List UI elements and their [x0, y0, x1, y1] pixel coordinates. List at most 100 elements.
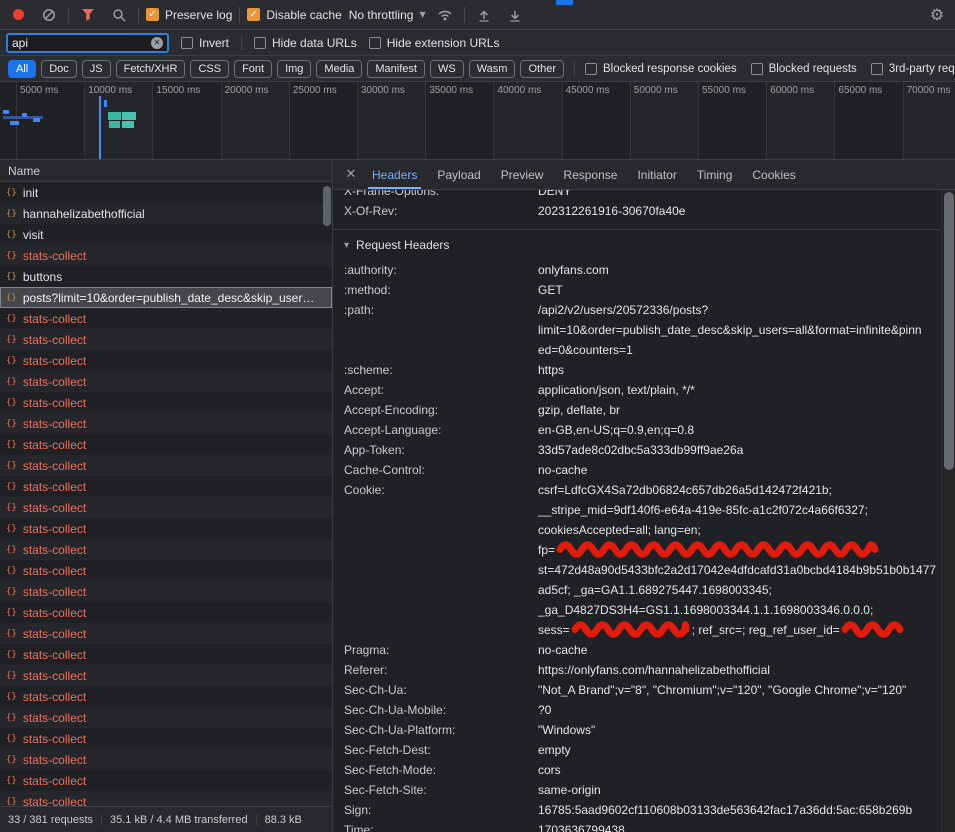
scrollbar-thumb[interactable]: [944, 192, 954, 470]
hide-extension-urls-checkbox[interactable]: Hide extension URLs: [369, 36, 500, 50]
filter-funnel-icon: [81, 8, 95, 21]
hide-data-urls-checkbox[interactable]: Hide data URLs: [254, 36, 357, 50]
request-row[interactable]: {}stats-collect: [0, 728, 332, 749]
settings-button[interactable]: ⚙: [925, 3, 949, 27]
header-value-text: cookiesAccepted=all; lang=en;: [538, 523, 701, 537]
invert-checkbox[interactable]: Invert: [181, 36, 229, 50]
request-row[interactable]: {}hannahelizabethofficial: [0, 203, 332, 224]
overview-bar: [33, 118, 40, 122]
throttling-select[interactable]: No throttling ▼: [349, 8, 426, 22]
request-row[interactable]: {}visit: [0, 224, 332, 245]
filter-chip-wasm[interactable]: Wasm: [469, 60, 516, 78]
tab-cookies[interactable]: Cookies: [742, 160, 805, 189]
file-icon: {}: [6, 671, 17, 681]
details-scrollbar[interactable]: [941, 190, 955, 832]
request-row-selected[interactable]: {}posts?limit=10&order=publish_date_desc…: [0, 287, 332, 308]
file-icon: {}: [6, 503, 17, 513]
request-row[interactable]: {}stats-collect: [0, 686, 332, 707]
filter-toggle-button[interactable]: [76, 3, 100, 27]
clear-button[interactable]: [37, 3, 61, 27]
request-row[interactable]: {}stats-collect: [0, 434, 332, 455]
search-button[interactable]: [107, 3, 131, 27]
file-icon: {}: [6, 230, 17, 240]
headers-detail-body: X-Frame-Options:DENYX-Of-Rev:20231226191…: [334, 190, 941, 832]
header-row: Sec-Ch-Ua:"Not_A Brand";v="8", "Chromium…: [344, 680, 941, 700]
filter-chip-js[interactable]: JS: [82, 60, 111, 78]
filter-chip-ws[interactable]: WS: [430, 60, 464, 78]
file-icon: {}: [6, 440, 17, 450]
filter-chip-all[interactable]: All: [8, 60, 36, 78]
request-row[interactable]: {}stats-collect: [0, 497, 332, 518]
header-value-line: csrf=LdfcGX4Sa72db06824c657db26a5d142472…: [538, 480, 941, 500]
request-row[interactable]: {}stats-collect: [0, 791, 332, 806]
type-filter-chips: All Doc JS Fetch/XHRCSS Font Img Media Manifest…: [8, 60, 564, 78]
header-name: :method:: [344, 280, 538, 300]
request-row[interactable]: {}stats-collect: [0, 350, 332, 371]
request-row[interactable]: {}stats-collect: [0, 518, 332, 539]
filter-chip-other[interactable]: Other: [520, 60, 564, 78]
name-column-header[interactable]: Name: [0, 160, 332, 182]
request-row[interactable]: {}stats-collect: [0, 308, 332, 329]
tab-timing[interactable]: Timing: [687, 160, 743, 189]
network-overview[interactable]: 5000 ms10000 ms15000 ms20000 ms25000 ms3…: [0, 82, 955, 160]
disable-cache-checkbox[interactable]: ✓ Disable cache: [247, 8, 341, 22]
tab-payload[interactable]: Payload: [427, 160, 490, 189]
request-row[interactable]: {}stats-collect: [0, 770, 332, 791]
close-icon[interactable]: ✕: [340, 167, 362, 182]
network-conditions-button[interactable]: [433, 3, 457, 27]
request-label: stats-collect: [23, 732, 86, 746]
filter-chip-doc[interactable]: Doc: [41, 60, 77, 78]
request-row[interactable]: {}stats-collect: [0, 581, 332, 602]
file-icon: {}: [6, 377, 17, 387]
filter-chip-manifest[interactable]: Manifest: [367, 60, 425, 78]
tab-response[interactable]: Response: [553, 160, 627, 189]
filter-chip-fetch-xhr[interactable]: Fetch/XHR: [116, 60, 186, 78]
request-row[interactable]: {}stats-collect: [0, 371, 332, 392]
filter-chip-media[interactable]: Media: [316, 60, 362, 78]
filter-chip-css[interactable]: CSS: [190, 60, 229, 78]
preserve-log-checkbox[interactable]: ✓ Preserve log: [146, 8, 232, 22]
clear-filter-icon[interactable]: ✕: [151, 37, 163, 49]
request-label: stats-collect: [23, 564, 86, 578]
checkbox-blocked-response-cookies[interactable]: Blocked response cookies: [585, 63, 737, 75]
file-icon: {}: [6, 272, 17, 282]
tab-headers[interactable]: Headers: [362, 160, 427, 189]
filter-input-wrap: ✕: [6, 33, 169, 53]
request-list-scrollbar[interactable]: [322, 182, 332, 806]
request-row[interactable]: {}stats-collect: [0, 749, 332, 770]
filter-chip-img[interactable]: Img: [277, 60, 311, 78]
request-row[interactable]: {}stats-collect: [0, 245, 332, 266]
tab-preview[interactable]: Preview: [491, 160, 554, 189]
request-row[interactable]: {}stats-collect: [0, 665, 332, 686]
request-row[interactable]: {}stats-collect: [0, 707, 332, 728]
request-row[interactable]: {}buttons: [0, 266, 332, 287]
record-button[interactable]: [6, 3, 30, 27]
filter-input[interactable]: [12, 36, 151, 50]
scrollbar-thumb[interactable]: [323, 186, 331, 226]
overview-gridline: [630, 82, 631, 159]
request-row[interactable]: {}stats-collect: [0, 560, 332, 581]
request-row[interactable]: {}stats-collect: [0, 644, 332, 665]
request-row[interactable]: {}stats-collect: [0, 455, 332, 476]
request-row[interactable]: {}stats-collect: [0, 602, 332, 623]
checkbox-3rd-party-requests[interactable]: 3rd-party requests: [871, 63, 955, 75]
request-row[interactable]: {}stats-collect: [0, 539, 332, 560]
export-har-button[interactable]: [503, 3, 527, 27]
request-row[interactable]: {}stats-collect: [0, 413, 332, 434]
request-headers-section[interactable]: ▾Request Headers: [344, 230, 941, 260]
header-value: onlyfans.com: [538, 260, 941, 280]
overview-tick-label: 20000 ms: [225, 85, 269, 96]
checkbox-blocked-requests[interactable]: Blocked requests: [751, 63, 857, 75]
import-har-button[interactable]: [472, 3, 496, 27]
request-row[interactable]: {}stats-collect: [0, 623, 332, 644]
toolbar-separator: [239, 7, 240, 23]
request-row[interactable]: {}stats-collect: [0, 392, 332, 413]
request-row[interactable]: {}init: [0, 182, 332, 203]
header-value-line: fp=: [538, 540, 941, 560]
request-row[interactable]: {}stats-collect: [0, 329, 332, 350]
tab-initiator[interactable]: Initiator: [627, 160, 686, 189]
request-row[interactable]: {}stats-collect: [0, 476, 332, 497]
file-icon: {}: [6, 776, 17, 786]
filter-chip-font[interactable]: Font: [234, 60, 272, 78]
file-icon: {}: [6, 650, 17, 660]
